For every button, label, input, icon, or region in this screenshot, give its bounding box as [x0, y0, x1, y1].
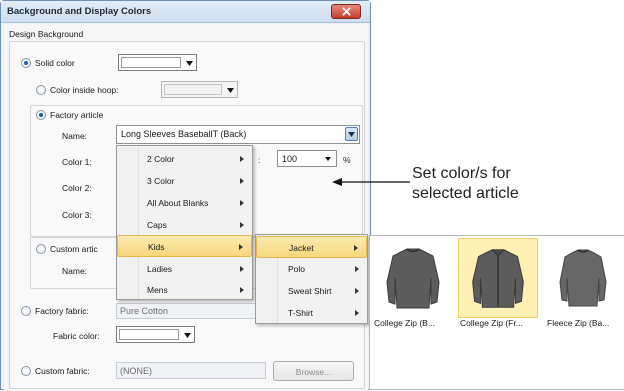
- hoop-color-picker[interactable]: [161, 81, 238, 98]
- custom-article-label: Custom artic: [50, 244, 98, 254]
- callout-line-1: Set color/s for: [412, 165, 511, 182]
- subcategory-menu: Jacket Polo Sweat Shirt T-Shirt: [255, 234, 368, 324]
- chevron-down-icon: [223, 83, 237, 97]
- thumbnail-college-zip-back[interactable]: [373, 238, 453, 318]
- chevron-down-icon: [345, 127, 358, 141]
- menu-item-2-color[interactable]: 2 Color: [117, 148, 252, 170]
- menu-item-mens[interactable]: Mens: [117, 279, 252, 301]
- factory-fabric-radio[interactable]: [21, 306, 31, 316]
- browse-button-label: Browse...: [295, 367, 332, 377]
- solid-color-swatch: [121, 57, 181, 68]
- close-icon: [341, 7, 351, 16]
- custom-fabric-value: (NONE): [120, 366, 152, 376]
- name-label: Name:: [62, 131, 88, 141]
- custom-fabric-label: Custom fabric:: [35, 366, 90, 376]
- fabric-color-label: Fabric color:: [53, 331, 100, 341]
- article-thumbnail-panel: College Zip (B... College Zip (Fr... Fle…: [369, 235, 624, 390]
- custom-name-label: Name:: [62, 266, 88, 276]
- custom-fabric-field[interactable]: (NONE): [116, 362, 266, 379]
- custom-article-radio[interactable]: [36, 244, 46, 254]
- color2-label: Color 2:: [62, 183, 92, 193]
- chevron-right-icon: [240, 222, 244, 228]
- menu-item-label: 2 Color: [147, 154, 175, 164]
- thumbnail-college-zip-front[interactable]: [458, 238, 538, 318]
- factory-fabric-value: Pure Cotton: [120, 306, 169, 316]
- jacket-back-icon: [386, 248, 440, 309]
- hoop-color-swatch: [164, 84, 222, 95]
- category-menu: 2 Color 3 Color All About Blanks Caps Ki…: [116, 145, 253, 300]
- menu-item-3-color[interactable]: 3 Color: [117, 170, 252, 192]
- chevron-down-icon: [180, 328, 194, 342]
- chevron-right-icon: [355, 266, 359, 272]
- chevron-down-icon: [325, 157, 331, 161]
- solid-color-radio[interactable]: [21, 58, 31, 68]
- chevron-right-icon: [240, 266, 244, 272]
- chevron-right-icon: [355, 288, 359, 294]
- menu-item-ladies[interactable]: Ladies: [117, 258, 252, 280]
- factory-article-radio[interactable]: [36, 110, 46, 120]
- chevron-right-icon: [240, 156, 244, 162]
- menu-item-label: T-Shirt: [288, 308, 314, 318]
- color-inside-hoop-radio[interactable]: [36, 85, 46, 95]
- design-background-heading: Design Background: [9, 29, 84, 39]
- menu-item-label: Mens: [147, 285, 168, 295]
- menu-item-label: Jacket: [289, 243, 314, 253]
- menu-item-label: Kids: [148, 242, 165, 252]
- chevron-right-icon: [240, 200, 244, 206]
- factory-fabric-field[interactable]: Pure Cotton: [116, 303, 266, 319]
- menu-item-polo[interactable]: Polo: [256, 258, 367, 280]
- fleece-back-icon: [559, 249, 607, 307]
- chevron-right-icon: [240, 287, 244, 293]
- menu-item-t-shirt[interactable]: T-Shirt: [256, 302, 367, 324]
- menu-item-all-about-blanks[interactable]: All About Blanks: [117, 192, 252, 214]
- browse-button[interactable]: Browse...: [273, 361, 354, 381]
- percent-sign: %: [343, 155, 351, 165]
- thumbnail-fleece-zip-back[interactable]: [543, 238, 623, 318]
- callout-line-2: selected article: [412, 185, 519, 202]
- menu-item-label: 3 Color: [147, 176, 175, 186]
- chevron-right-icon: [239, 244, 243, 250]
- chevron-down-icon: [182, 56, 196, 70]
- percent-combo[interactable]: 100: [277, 150, 337, 167]
- menu-item-label: All About Blanks: [147, 198, 209, 208]
- callout-text: Set color/s for selected article: [412, 164, 519, 204]
- article-name-value: Long Sleeves BaseballT (Back): [121, 129, 247, 139]
- percent-value: 100: [282, 154, 298, 164]
- callout-arrow-icon: [332, 178, 410, 186]
- title-bar[interactable]: Background and Display Colors: [1, 1, 370, 23]
- thumbnail-label: College Zip (B...: [374, 318, 435, 328]
- close-button[interactable]: [331, 4, 361, 19]
- menu-item-sweat-shirt[interactable]: Sweat Shirt: [256, 280, 367, 302]
- chevron-right-icon: [240, 178, 244, 184]
- color1-label: Color 1:: [62, 157, 92, 167]
- menu-item-kids[interactable]: Kids: [117, 235, 252, 257]
- menu-item-label: Caps: [147, 220, 167, 230]
- menu-item-label: Sweat Shirt: [288, 286, 332, 296]
- factory-article-label: Factory article: [50, 110, 104, 120]
- window-title: Background and Display Colors: [7, 6, 152, 17]
- custom-fabric-radio[interactable]: [21, 366, 31, 376]
- thumbnail-label: College Zip (Fr...: [460, 318, 523, 328]
- color-inside-hoop-label: Color inside hoop:: [50, 85, 119, 95]
- solid-color-picker[interactable]: [118, 54, 197, 71]
- percent-colon: :: [258, 155, 261, 165]
- chevron-right-icon: [354, 245, 358, 251]
- solid-color-label: Solid color: [35, 58, 75, 68]
- thumbnail-label: Fleece Zip (Ba...: [547, 318, 610, 328]
- color3-label: Color 3:: [62, 210, 92, 220]
- fabric-color-swatch: [119, 329, 179, 340]
- menu-item-jacket[interactable]: Jacket: [256, 236, 367, 258]
- fabric-color-picker[interactable]: [116, 326, 195, 343]
- factory-fabric-label: Factory fabric:: [35, 306, 89, 316]
- menu-item-label: Ladies: [147, 264, 173, 274]
- chevron-right-icon: [355, 310, 359, 316]
- article-name-combo[interactable]: Long Sleeves BaseballT (Back): [116, 125, 360, 144]
- menu-item-caps[interactable]: Caps: [117, 214, 252, 236]
- jacket-front-icon: [472, 249, 524, 308]
- menu-item-label: Polo: [288, 264, 306, 274]
